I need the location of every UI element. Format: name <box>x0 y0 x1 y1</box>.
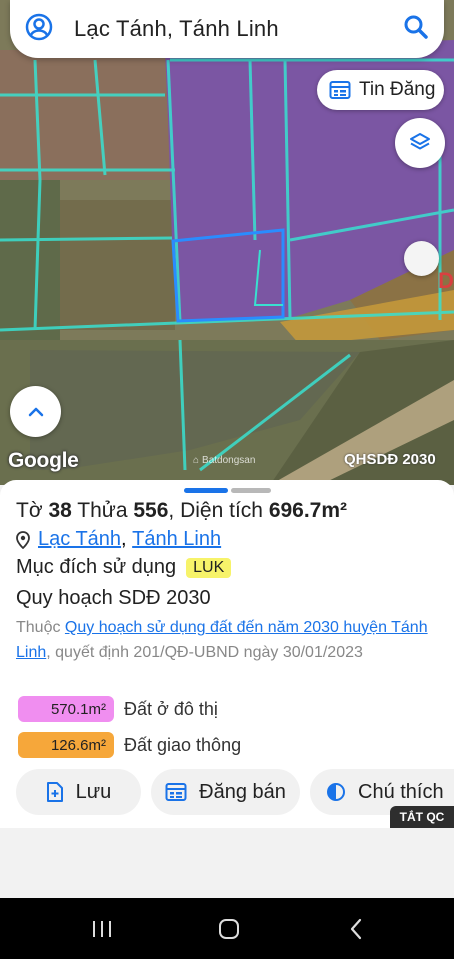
plan-description: Thuộc Quy hoạch sử dụng đất đến năm 2030… <box>16 619 428 661</box>
post-sale-button[interactable]: Đăng bán <box>151 769 300 815</box>
add-file-icon <box>46 782 63 802</box>
map-view[interactable]: D Lạc Tánh, Tánh Linh Tin Đăng Google ⌂ B… <box>0 0 454 485</box>
parcel-title: Tờ 38 Thửa 556, Diện tích 696.7m² <box>16 499 348 522</box>
location-district-link[interactable]: Tánh Linh <box>132 528 221 551</box>
recent-apps-button[interactable] <box>62 898 142 959</box>
legend-label: Đất giao thông <box>124 734 242 755</box>
location-separator: , <box>121 528 133 550</box>
opacity-slider-knob[interactable] <box>404 241 439 276</box>
location-pin-icon <box>16 530 30 549</box>
save-button[interactable]: Lưu <box>16 769 141 815</box>
land-purpose: Mục đích sử dụng LUK <box>16 556 232 579</box>
plan-title: Quy hoạch SDĐ 2030 <box>16 587 211 609</box>
save-label: Lưu <box>75 780 112 803</box>
layers-button[interactable] <box>395 118 445 168</box>
search-bar[interactable]: Lạc Tánh, Tánh Linh <box>10 0 444 58</box>
legend-label: Chú thích <box>358 780 444 803</box>
watermark: ⌂ Batdongsan <box>193 455 256 466</box>
chevron-up-icon <box>28 407 43 416</box>
calendar-icon <box>329 81 351 99</box>
android-nav-bar <box>0 898 454 959</box>
calendar-icon <box>165 783 187 801</box>
sheet-handle-active[interactable] <box>184 488 228 493</box>
back-icon <box>350 918 362 939</box>
legend-area-badge: 126.6m² <box>18 732 114 758</box>
home-button[interactable] <box>189 898 269 959</box>
ad-area <box>0 828 454 898</box>
close-ad-button[interactable]: TẮT QC <box>390 806 454 828</box>
tin-dang-button[interactable]: Tin Đăng <box>317 70 444 110</box>
purpose-label: Mục đích sử dụng <box>16 556 177 578</box>
search-input[interactable]: Lạc Tánh, Tánh Linh <box>74 16 402 42</box>
recent-apps-icon <box>93 920 111 937</box>
overlay-label: QHSDĐ 2030 <box>344 451 436 468</box>
legend-area-badge: 570.1m² <box>18 696 114 722</box>
search-icon[interactable] <box>402 13 430 46</box>
legend-row: 126.6m² Đất giao thông <box>18 732 241 758</box>
contrast-icon <box>327 783 345 801</box>
location-ward-link[interactable]: Lạc Tánh <box>38 528 121 551</box>
legend-row: 570.1m² Đất ở đô thị <box>18 696 218 722</box>
parcel-info-sheet: Tờ 38 Thửa 556, Diện tích 696.7m² Lạc Tá… <box>0 480 454 828</box>
expand-sheet-button[interactable] <box>10 386 61 437</box>
tin-dang-label: Tin Đăng <box>359 79 436 100</box>
svg-text:D: D <box>438 268 454 293</box>
purpose-code-badge: LUK <box>186 557 232 578</box>
home-icon <box>219 918 239 939</box>
post-sale-label: Đăng bán <box>199 780 286 803</box>
legend-label: Đất ở đô thị <box>124 698 218 719</box>
user-icon[interactable] <box>24 12 54 47</box>
google-logo: Google <box>8 449 79 472</box>
back-button[interactable] <box>316 898 396 959</box>
sheet-handle-inactive[interactable] <box>231 488 271 493</box>
layers-icon <box>410 133 430 150</box>
parcel-location: Lạc Tánh, Tánh Linh <box>16 528 221 551</box>
